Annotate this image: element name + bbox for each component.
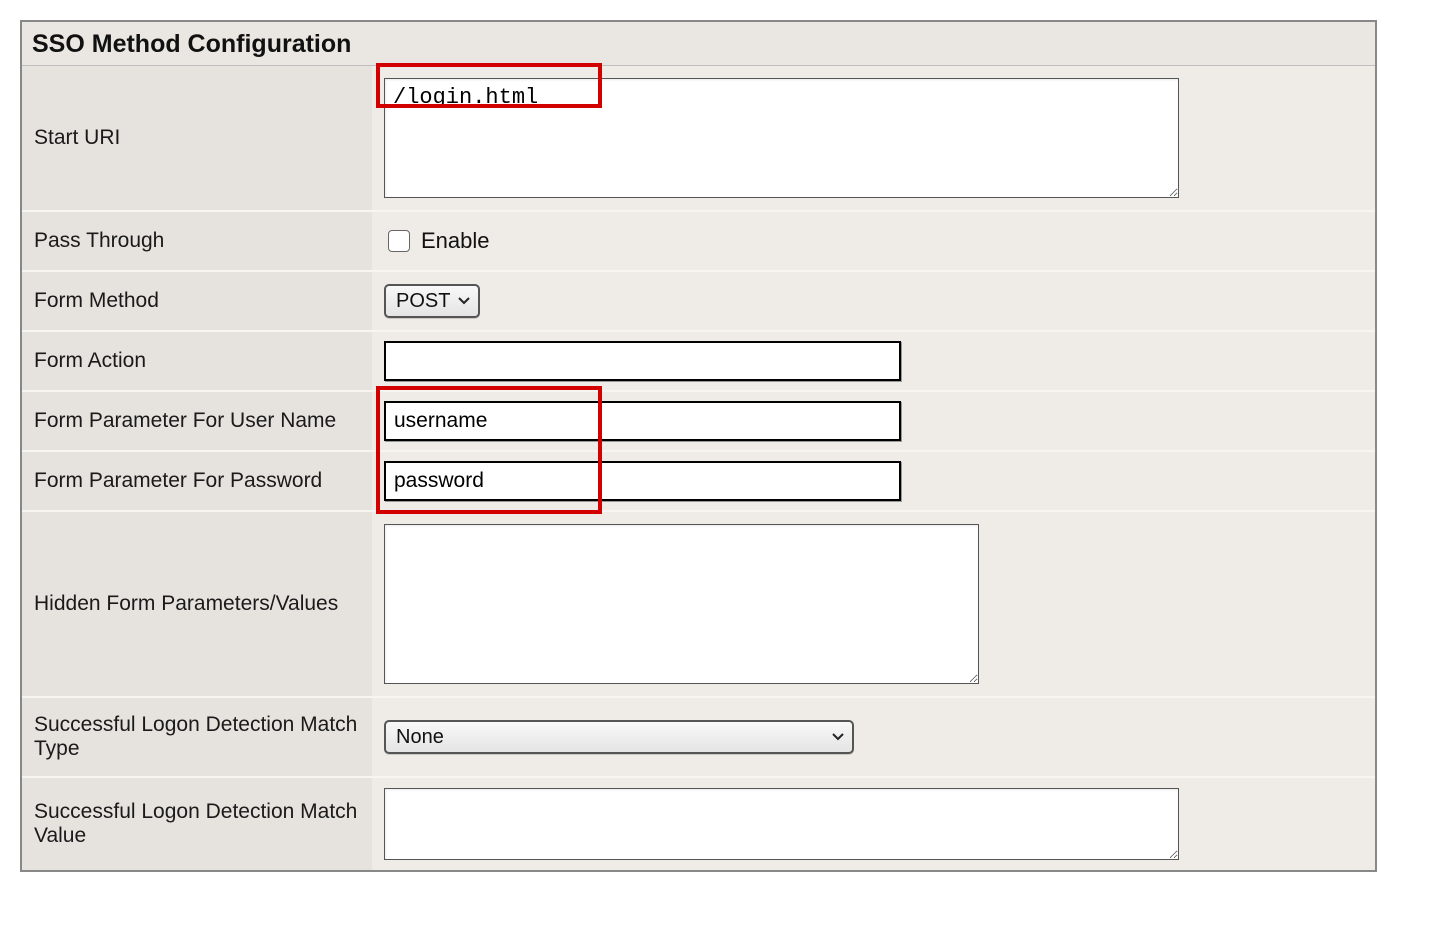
detect-value-input[interactable] [384, 788, 1179, 860]
label-form-method: Form Method [22, 272, 372, 330]
value-detect-value [372, 778, 1375, 870]
row-form-method: Form Method POST [22, 272, 1375, 332]
sso-method-configuration-panel: SSO Method Configuration Start URI Pass … [20, 20, 1377, 872]
value-pass-through: Enable [372, 212, 1375, 270]
row-hidden-params: Hidden Form Parameters/Values [22, 512, 1375, 698]
detect-type-select-value: None [396, 726, 444, 749]
label-start-uri: Start URI [22, 73, 372, 203]
form-action-input[interactable] [384, 341, 901, 381]
label-form-action: Form Action [22, 332, 372, 390]
form-method-select[interactable]: POST [384, 284, 480, 318]
form-param-pass-input[interactable] [384, 461, 901, 501]
form-param-user-input[interactable] [384, 401, 901, 441]
pass-through-checkbox-label: Enable [421, 228, 490, 254]
value-hidden-params [372, 512, 1375, 696]
value-form-param-user [372, 392, 1375, 450]
chevron-down-icon [832, 733, 844, 741]
row-start-uri: Start URI [22, 66, 1375, 212]
pass-through-checkbox-wrap[interactable]: Enable [384, 227, 490, 255]
row-detect-value: Successful Logon Detection Match Value [22, 778, 1375, 870]
label-detect-type: Successful Logon Detection Match Type [22, 698, 372, 776]
value-form-action [372, 332, 1375, 390]
detect-type-select[interactable]: None [384, 720, 854, 754]
value-form-param-pass [372, 452, 1375, 510]
hidden-params-input[interactable] [384, 524, 979, 684]
label-form-param-pass: Form Parameter For Password [22, 452, 372, 510]
row-pass-through: Pass Through Enable [22, 212, 1375, 272]
label-detect-value: Successful Logon Detection Match Value [22, 785, 372, 863]
label-pass-through: Pass Through [22, 212, 372, 270]
row-form-param-user: Form Parameter For User Name [22, 392, 1375, 452]
label-form-param-user: Form Parameter For User Name [22, 392, 372, 450]
row-detect-type: Successful Logon Detection Match Type No… [22, 698, 1375, 778]
chevron-down-icon [458, 297, 470, 305]
start-uri-input[interactable] [384, 78, 1179, 198]
form-method-select-value: POST [396, 290, 450, 313]
value-detect-type: None [372, 698, 1375, 776]
row-form-param-pass: Form Parameter For Password [22, 452, 1375, 512]
pass-through-checkbox[interactable] [388, 230, 410, 252]
row-form-action: Form Action [22, 332, 1375, 392]
label-hidden-params: Hidden Form Parameters/Values [22, 514, 372, 694]
value-form-method: POST [372, 272, 1375, 330]
value-start-uri [372, 66, 1375, 210]
section-title: SSO Method Configuration [22, 22, 1375, 66]
